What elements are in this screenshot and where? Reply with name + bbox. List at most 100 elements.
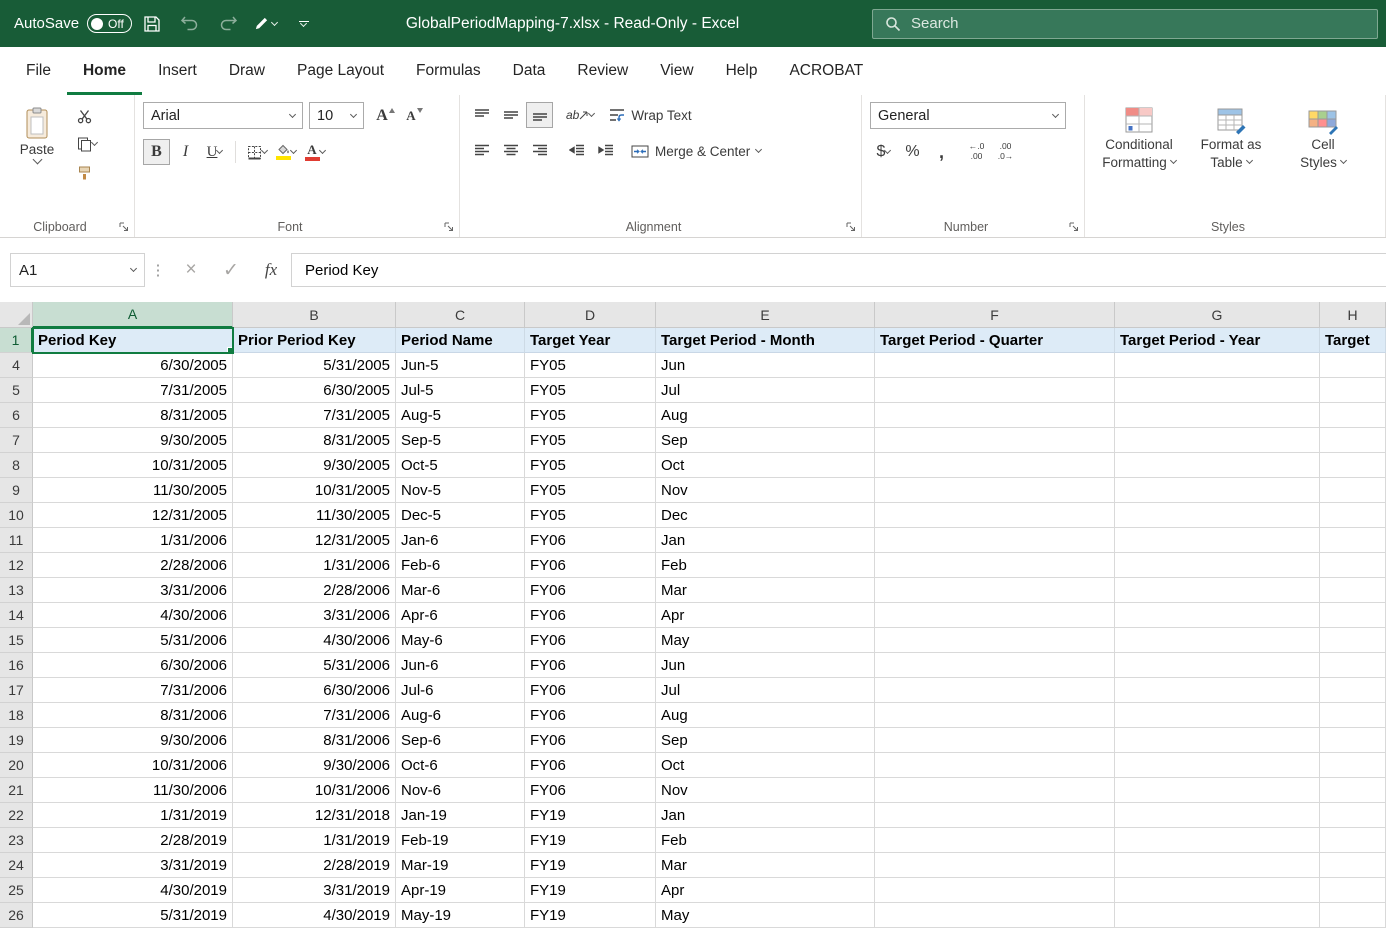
- row-header-5[interactable]: 5: [0, 378, 33, 403]
- tab-formulas[interactable]: Formulas: [400, 47, 497, 95]
- cell-G21[interactable]: [1115, 778, 1320, 803]
- tab-data[interactable]: Data: [497, 47, 562, 95]
- font-dialog-launcher[interactable]: [443, 220, 455, 232]
- column-header-A[interactable]: A: [33, 302, 233, 328]
- cell-C12[interactable]: Feb-6: [396, 553, 525, 578]
- decrease-decimal-button[interactable]: .00 .0→: [992, 139, 1019, 165]
- cell-H13[interactable]: [1320, 578, 1386, 603]
- cell-B22[interactable]: 12/31/2018: [233, 803, 396, 828]
- increase-font-size-button[interactable]: A: [372, 103, 399, 129]
- cell-A7[interactable]: 9/30/2005: [33, 428, 233, 453]
- tab-view[interactable]: View: [644, 47, 709, 95]
- cell-B9[interactable]: 10/31/2005: [233, 478, 396, 503]
- cell-G14[interactable]: [1115, 603, 1320, 628]
- cell-styles-button[interactable]: Cell Styles: [1277, 102, 1369, 217]
- save-button[interactable]: [134, 7, 170, 41]
- format-painter-button[interactable]: [74, 160, 101, 184]
- cell-E1[interactable]: Target Period - Month: [656, 328, 875, 353]
- merge-center-button[interactable]: Merge & Center: [631, 144, 761, 159]
- cell-D12[interactable]: FY06: [525, 553, 656, 578]
- tab-help[interactable]: Help: [710, 47, 774, 95]
- autosave-toggle[interactable]: Off: [87, 14, 132, 33]
- row-header-16[interactable]: 16: [0, 653, 33, 678]
- cell-D25[interactable]: FY19: [525, 878, 656, 903]
- cell-H26[interactable]: [1320, 903, 1386, 928]
- cell-E6[interactable]: Aug: [656, 403, 875, 428]
- align-center-button[interactable]: [497, 138, 524, 164]
- cell-H16[interactable]: [1320, 653, 1386, 678]
- cell-C18[interactable]: Aug-6: [396, 703, 525, 728]
- cell-D20[interactable]: FY06: [525, 753, 656, 778]
- row-header-20[interactable]: 20: [0, 753, 33, 778]
- cell-H17[interactable]: [1320, 678, 1386, 703]
- cell-H24[interactable]: [1320, 853, 1386, 878]
- cell-D9[interactable]: FY05: [525, 478, 656, 503]
- bold-button[interactable]: B: [143, 139, 170, 165]
- cell-B14[interactable]: 3/31/2006: [233, 603, 396, 628]
- row-header-4[interactable]: 4: [0, 353, 33, 378]
- fill-handle[interactable]: [227, 347, 233, 353]
- cell-C1[interactable]: Period Name: [396, 328, 525, 353]
- cell-A21[interactable]: 11/30/2006: [33, 778, 233, 803]
- cell-C6[interactable]: Aug-5: [396, 403, 525, 428]
- insert-function-button[interactable]: fx: [251, 253, 291, 287]
- cell-B17[interactable]: 6/30/2006: [233, 678, 396, 703]
- cell-H15[interactable]: [1320, 628, 1386, 653]
- select-all-corner[interactable]: [0, 302, 33, 328]
- row-header-19[interactable]: 19: [0, 728, 33, 753]
- cell-G25[interactable]: [1115, 878, 1320, 903]
- tab-acrobat[interactable]: ACROBAT: [773, 47, 879, 95]
- formula-input[interactable]: Period Key: [291, 253, 1386, 287]
- row-header-6[interactable]: 6: [0, 403, 33, 428]
- cell-E25[interactable]: Apr: [656, 878, 875, 903]
- row-header-17[interactable]: 17: [0, 678, 33, 703]
- font-name-combo[interactable]: Arial: [143, 102, 303, 129]
- paste-button[interactable]: Paste: [8, 102, 66, 217]
- cell-H4[interactable]: [1320, 353, 1386, 378]
- increase-decimal-button[interactable]: ←.0 .00: [963, 139, 990, 165]
- cell-D16[interactable]: FY06: [525, 653, 656, 678]
- cell-F23[interactable]: [875, 828, 1115, 853]
- cell-C10[interactable]: Dec-5: [396, 503, 525, 528]
- cell-H5[interactable]: [1320, 378, 1386, 403]
- cell-D15[interactable]: FY06: [525, 628, 656, 653]
- cell-F24[interactable]: [875, 853, 1115, 878]
- cell-E12[interactable]: Feb: [656, 553, 875, 578]
- customize-quick-access-toolbar-button[interactable]: [286, 7, 322, 41]
- cell-D6[interactable]: FY05: [525, 403, 656, 428]
- cell-A5[interactable]: 7/31/2005: [33, 378, 233, 403]
- cell-A12[interactable]: 2/28/2006: [33, 553, 233, 578]
- cell-E18[interactable]: Aug: [656, 703, 875, 728]
- align-right-button[interactable]: [526, 138, 553, 164]
- cell-D18[interactable]: FY06: [525, 703, 656, 728]
- cell-G12[interactable]: [1115, 553, 1320, 578]
- cell-C25[interactable]: Apr-19: [396, 878, 525, 903]
- cell-F10[interactable]: [875, 503, 1115, 528]
- cell-C8[interactable]: Oct-5: [396, 453, 525, 478]
- wrap-text-button[interactable]: Wrap Text: [609, 108, 691, 123]
- cell-D13[interactable]: FY06: [525, 578, 656, 603]
- cell-E9[interactable]: Nov: [656, 478, 875, 503]
- cell-H12[interactable]: [1320, 553, 1386, 578]
- cell-E23[interactable]: Feb: [656, 828, 875, 853]
- cell-C21[interactable]: Nov-6: [396, 778, 525, 803]
- cell-G11[interactable]: [1115, 528, 1320, 553]
- row-header-23[interactable]: 23: [0, 828, 33, 853]
- cell-A16[interactable]: 6/30/2006: [33, 653, 233, 678]
- cell-G20[interactable]: [1115, 753, 1320, 778]
- cell-G23[interactable]: [1115, 828, 1320, 853]
- cell-A25[interactable]: 4/30/2019: [33, 878, 233, 903]
- cell-F6[interactable]: [875, 403, 1115, 428]
- cell-E15[interactable]: May: [656, 628, 875, 653]
- cell-G13[interactable]: [1115, 578, 1320, 603]
- cell-B5[interactable]: 6/30/2005: [233, 378, 396, 403]
- cell-F19[interactable]: [875, 728, 1115, 753]
- cell-D24[interactable]: FY19: [525, 853, 656, 878]
- cell-G18[interactable]: [1115, 703, 1320, 728]
- row-header-25[interactable]: 25: [0, 878, 33, 903]
- cell-G5[interactable]: [1115, 378, 1320, 403]
- format-as-table-button[interactable]: Format as Table: [1185, 102, 1277, 217]
- cell-A4[interactable]: 6/30/2005: [33, 353, 233, 378]
- cell-D17[interactable]: FY06: [525, 678, 656, 703]
- bottom-align-button[interactable]: [526, 102, 553, 128]
